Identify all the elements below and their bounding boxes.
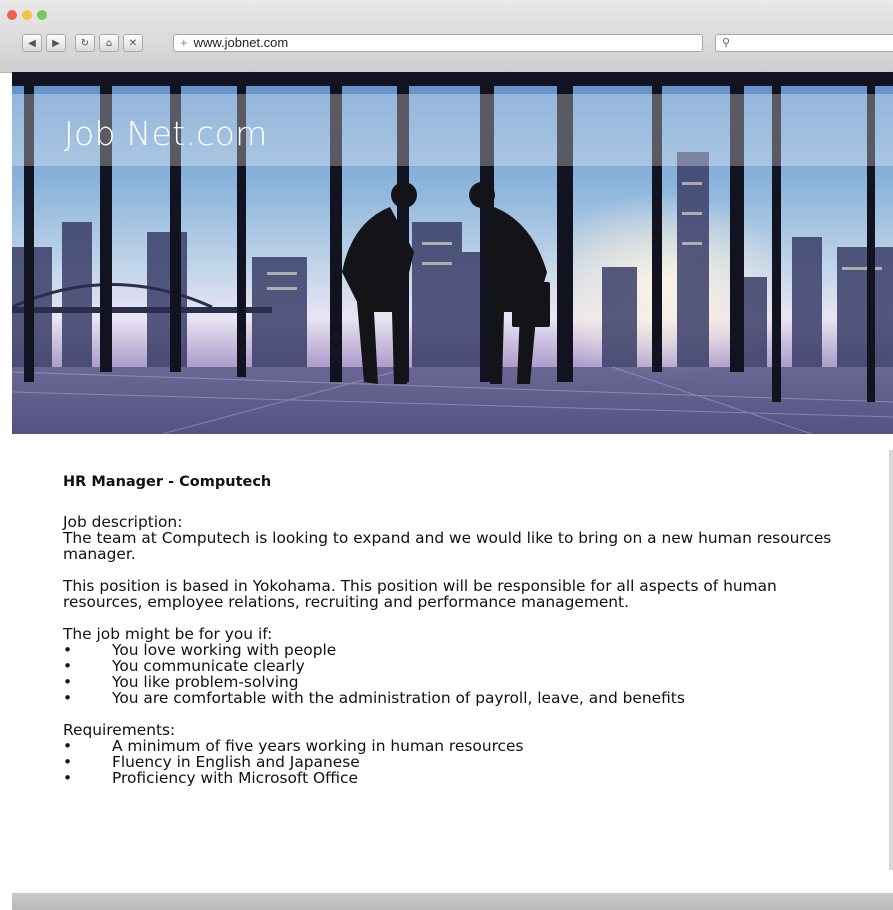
address-bar[interactable]: + www.jobnet.com (173, 34, 703, 52)
back-icon[interactable]: ◀ (22, 34, 42, 52)
search-icon: ⚲ (722, 36, 731, 49)
forward-icon[interactable]: ▶ (46, 34, 66, 52)
list-item: You communicate clearly (63, 658, 853, 674)
reload-icon[interactable]: ↻ (75, 34, 95, 52)
fit-list: You love working with people You communi… (63, 642, 853, 706)
job-location-paragraph: This position is based in Yokohama. This… (63, 577, 777, 611)
minimize-window-button[interactable] (22, 10, 32, 20)
requirements-list: A minimum of five years working in human… (63, 738, 853, 786)
list-item: You are comfortable with the administrat… (63, 690, 853, 706)
url-text: www.jobnet.com (193, 35, 289, 50)
scrollbar[interactable] (889, 450, 893, 870)
list-item: Fluency in English and Japanese (63, 754, 853, 770)
window-controls (7, 10, 47, 20)
job-title: HR Manager - Computech (63, 474, 272, 490)
search-input[interactable]: ⚲ (715, 34, 893, 52)
add-bookmark-icon[interactable]: + (180, 35, 188, 50)
requirements-label: Requirements: (63, 721, 176, 739)
status-bar (12, 893, 893, 910)
job-posting: HR Manager - Computech Job description: … (63, 474, 853, 786)
job-description-label: Job description: (63, 513, 183, 531)
hero-image: Job Net.com (12, 72, 893, 434)
close-window-button[interactable] (7, 10, 17, 20)
fit-label: The job might be for you if: (63, 625, 273, 643)
nav-buttons: ◀ ▶ ↻ ⌂ ✕ (22, 34, 143, 52)
list-item: Proficiency with Microsoft Office (63, 770, 853, 786)
list-item: You like problem-solving (63, 674, 853, 690)
site-logo[interactable]: Job Net.com (64, 114, 268, 153)
list-item: A minimum of five years working in human… (63, 738, 853, 754)
browser-toolbar: ◀ ▶ ↻ ⌂ ✕ + www.jobnet.com ⚲ (0, 0, 893, 73)
home-icon[interactable]: ⌂ (99, 34, 119, 52)
job-description-paragraph: The team at Computech is looking to expa… (63, 529, 832, 563)
list-item: You love working with people (63, 642, 853, 658)
stop-icon[interactable]: ✕ (123, 34, 143, 52)
maximize-window-button[interactable] (37, 10, 47, 20)
